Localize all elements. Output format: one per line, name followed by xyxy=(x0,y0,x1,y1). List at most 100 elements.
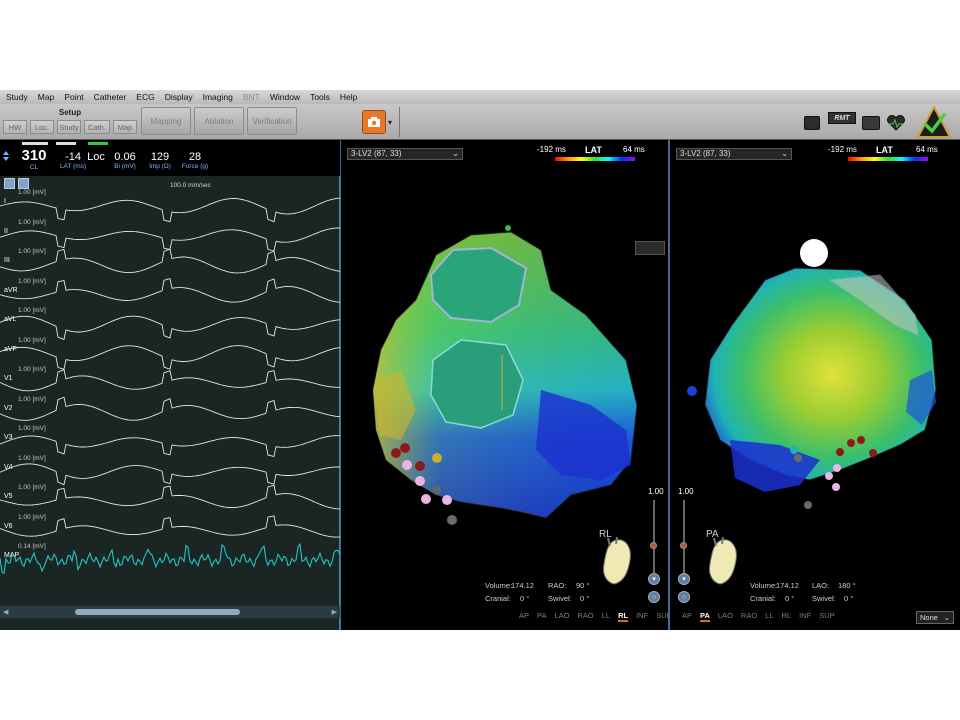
view-inf[interactable]: INF xyxy=(636,611,648,622)
rmt-icon[interactable]: RMT xyxy=(828,112,856,124)
scroll-left-icon[interactable]: ◀ xyxy=(3,608,8,616)
view-pa[interactable]: PA xyxy=(537,611,546,622)
view-rl[interactable]: RL xyxy=(618,611,629,622)
menu-study[interactable]: Study xyxy=(6,92,28,102)
menu-bar: Study Map Point Catheter ECG Display Ima… xyxy=(0,90,960,104)
view-ap[interactable]: AP xyxy=(682,611,692,622)
zoom-label: 1.00 xyxy=(648,487,664,496)
tag-dot xyxy=(432,453,442,463)
snapshot-button[interactable] xyxy=(362,110,386,134)
ecg-trace-v4 xyxy=(0,463,340,486)
view-inf[interactable]: INF xyxy=(799,611,811,622)
device-icon[interactable] xyxy=(862,116,880,130)
volume-value: 174.12 xyxy=(776,581,799,590)
view-lao[interactable]: LAO xyxy=(718,611,733,622)
volume-label: Volume: xyxy=(485,581,513,590)
view-rao[interactable]: RAO xyxy=(741,611,757,622)
study-button[interactable]: Study xyxy=(57,120,81,134)
swivel-value: 0 ° xyxy=(844,594,854,603)
tag-dot xyxy=(836,448,844,456)
rao-label: RAO: xyxy=(548,581,567,590)
view-presets-right: AP PA LAO RAO LL RL INF SUP xyxy=(682,611,835,622)
menu-window[interactable]: Window xyxy=(270,92,300,102)
map-button[interactable]: Map xyxy=(113,120,137,134)
view-pa[interactable]: PA xyxy=(700,611,710,622)
ecg-trace-map xyxy=(0,542,340,575)
ecg-trace-i xyxy=(0,197,340,223)
heart-orientation-icon[interactable] xyxy=(702,536,742,588)
cranial-label: Cranial: xyxy=(485,594,511,603)
tag-dot xyxy=(687,386,697,396)
menu-imaging[interactable]: Imaging xyxy=(203,92,233,102)
tag-dot xyxy=(442,495,452,505)
status-ok-icon[interactable] xyxy=(916,105,952,139)
view-ap[interactable]: AP xyxy=(519,611,529,622)
swivel-value: 0 ° xyxy=(580,594,590,603)
map-view-right[interactable]: 3-LV2 (87, 33) ⌄ -192 ms LAT 64 ms 1.00 … xyxy=(669,140,960,630)
tag-dot xyxy=(790,446,798,454)
menu-catheter[interactable]: Catheter xyxy=(94,92,127,102)
view-rl[interactable]: RL xyxy=(782,611,792,622)
menu-help[interactable]: Help xyxy=(340,92,357,102)
zoom-down-button[interactable]: ▾ xyxy=(648,573,660,585)
cranial-label: Cranial: xyxy=(750,594,776,603)
zoom-slider-track[interactable] xyxy=(683,500,685,580)
tag-dot xyxy=(857,436,865,444)
camera-icon xyxy=(368,117,380,127)
hw-button[interactable]: HW xyxy=(3,120,27,134)
ecg-trace-v3 xyxy=(0,435,340,457)
lao-value: 180 ° xyxy=(838,581,856,590)
chevron-down-icon[interactable]: ▾ xyxy=(388,118,392,127)
tag-dot xyxy=(415,476,425,486)
view-rao[interactable]: RAO xyxy=(577,611,593,622)
ecg-trace-v6 xyxy=(0,515,340,538)
view-ll[interactable]: LL xyxy=(602,611,610,622)
tag-dot xyxy=(421,494,431,504)
monitor-icon[interactable] xyxy=(804,116,820,130)
ecg-trace-avl xyxy=(0,315,340,340)
menu-map[interactable]: Map xyxy=(38,92,55,102)
menu-bnt[interactable]: BNT xyxy=(243,92,260,102)
tag-dot xyxy=(391,448,401,458)
view-ll[interactable]: LL xyxy=(765,611,773,622)
carto-app: Study Map Point Catheter ECG Display Ima… xyxy=(0,90,960,630)
menu-point[interactable]: Point xyxy=(64,92,83,102)
overlay-select[interactable]: None ⌄ xyxy=(916,611,954,624)
cath-button[interactable]: Cath. xyxy=(84,120,110,134)
view-presets-left: AP PA LAO RAO LL RL INF SUP xyxy=(519,611,672,622)
setup-label: Setup xyxy=(58,108,82,117)
ecg-trace-v2 xyxy=(0,396,340,421)
swivel-label: Swivel: xyxy=(812,594,836,603)
menu-ecg[interactable]: ECG xyxy=(136,92,154,102)
loc-button[interactable]: Loc. xyxy=(30,120,54,134)
tag-dot xyxy=(832,483,840,491)
scroll-right-icon[interactable]: ▶ xyxy=(332,608,337,616)
map-view-left[interactable]: 3-LV2 (87, 33) ⌄ -192 ms LAT 64 ms 1.00 … xyxy=(340,140,672,630)
reset-view-button[interactable]: ○ xyxy=(678,591,690,603)
ecg-scrollbar[interactable]: ◀ ▶ xyxy=(0,606,340,618)
lao-label: LAO: xyxy=(812,581,830,590)
tag-dot xyxy=(400,443,410,453)
verification-button[interactable]: Verification xyxy=(247,107,297,135)
zoom-label: 1.00 xyxy=(678,487,694,496)
view-sup[interactable]: SUP xyxy=(819,611,834,622)
view-lao[interactable]: LAO xyxy=(554,611,569,622)
rao-value: 90 ° xyxy=(576,581,590,590)
tag-dot xyxy=(415,461,425,471)
zoom-down-button[interactable]: ▾ xyxy=(678,573,690,585)
zoom-slider-knob[interactable] xyxy=(650,542,657,549)
scrollbar-thumb[interactable] xyxy=(75,609,240,615)
zoom-slider-track[interactable] xyxy=(653,500,655,580)
menu-tools[interactable]: Tools xyxy=(310,92,330,102)
reset-view-button[interactable]: ○ xyxy=(648,591,660,603)
tag-dot xyxy=(505,225,511,231)
menu-display[interactable]: Display xyxy=(165,92,193,102)
heart-orientation-icon[interactable] xyxy=(596,536,636,588)
ecg-trace-avr xyxy=(0,278,340,303)
tag-dot xyxy=(869,449,877,457)
mapping-button[interactable]: Mapping xyxy=(141,107,191,135)
heart-icon[interactable] xyxy=(886,114,906,132)
tag-dot xyxy=(794,454,802,462)
ablation-button[interactable]: Ablation xyxy=(194,107,244,135)
zoom-slider-knob[interactable] xyxy=(680,542,687,549)
